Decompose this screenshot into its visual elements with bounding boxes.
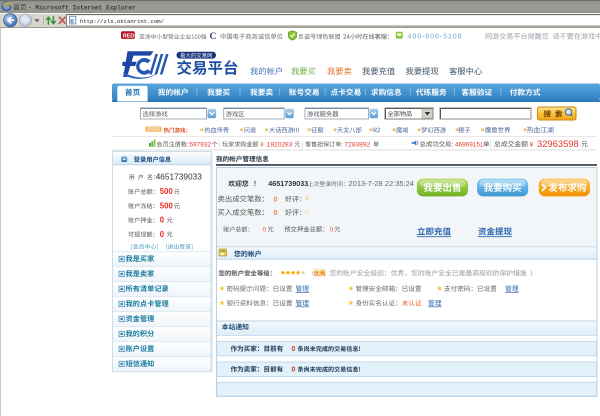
- svg-text:500: 500: [160, 187, 174, 196]
- svg-text:32963598: 32963598: [537, 138, 579, 149]
- svg-text:0: 0: [292, 346, 296, 353]
- svg-text:0: 0: [274, 208, 278, 217]
- svg-text:- Microsoft Internet Explorer: - Microsoft Internet Explorer: [28, 5, 136, 12]
- svg-text:0: 0: [160, 230, 165, 239]
- svg-text:46969151: 46969151: [455, 141, 484, 148]
- svg-text:http://zls.oktanrint.com/: http://zls.oktanrint.com/: [80, 18, 165, 25]
- svg-text:1920283: 1920283: [267, 141, 293, 148]
- svg-text:500: 500: [160, 202, 174, 211]
- svg-text:597932: 597932: [189, 141, 211, 148]
- svg-text:0: 0: [274, 195, 278, 204]
- svg-text:4651739033: 4651739033: [156, 171, 203, 181]
- svg-text:0: 0: [330, 227, 334, 234]
- svg-text:RED: RED: [123, 33, 134, 39]
- svg-text:0: 0: [160, 216, 165, 225]
- svg-text:2013-7-28 22:35:24: 2013-7-28 22:35:24: [349, 179, 414, 188]
- svg-text:0: 0: [263, 227, 267, 234]
- svg-text:7283892: 7283892: [345, 141, 371, 148]
- svg-text:C: C: [210, 31, 217, 42]
- svg-text:0: 0: [292, 367, 296, 374]
- svg-text:400-806-5108: 400-806-5108: [408, 32, 463, 41]
- svg-text:4651739033: 4651739033: [268, 179, 308, 188]
